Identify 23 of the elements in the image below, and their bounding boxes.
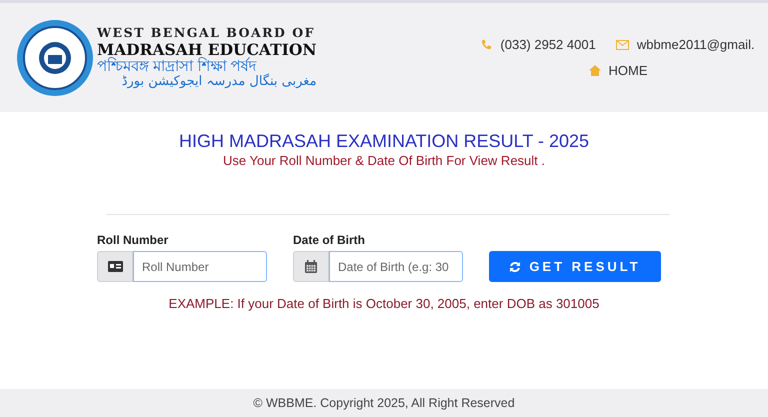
logo-subtitle: MADRASAH EDUCATION: [97, 42, 317, 57]
home-icon: [588, 64, 600, 76]
id-card-icon: [108, 261, 122, 272]
page-subtitle: Use Your Roll Number & Date Of Birth For View Result .: [223, 152, 545, 170]
logo-title: WEST BENGAL BOARD OF: [97, 27, 316, 40]
home-link[interactable]: HOME: [608, 60, 648, 80]
refresh-icon: [509, 260, 522, 272]
input-field[interactable]: Roll Number: [133, 251, 267, 282]
field-label: Roll Number: [97, 232, 170, 249]
email-address: wbbme2011@gmail.: [636, 36, 755, 54]
emblem-icon: [16, 18, 94, 96]
page-title: HIGH MADRASAH EXAMINATION RESULT - 2025: [178, 130, 590, 152]
example-note: EXAMPLE: If your Date of Birth is October 30, 2005, enter DOB as 301005: [168, 295, 600, 313]
input-field[interactable]: Date of Birth (e.g: 30: [329, 251, 463, 282]
logo-bengali-name: পশ্চিমবঙ্গ মাদ্রাসা শিক্ষা পর্ষদ: [97, 59, 257, 74]
phone-number: (033) 2952 4001: [500, 36, 596, 54]
get-result-button[interactable]: GET RESULT: [489, 251, 661, 282]
logo-urdu-name: مغربی بنگال مدرسہ ایجوکیشن بورڈ: [120, 75, 317, 88]
calendar-icon: [305, 260, 317, 273]
copyright-text: © WBBME. Copyright 2025, All Right Reserved: [253, 394, 515, 412]
phone-icon: [481, 39, 492, 50]
field-label: Date of Birth: [293, 232, 366, 249]
mail-icon: [616, 40, 629, 50]
